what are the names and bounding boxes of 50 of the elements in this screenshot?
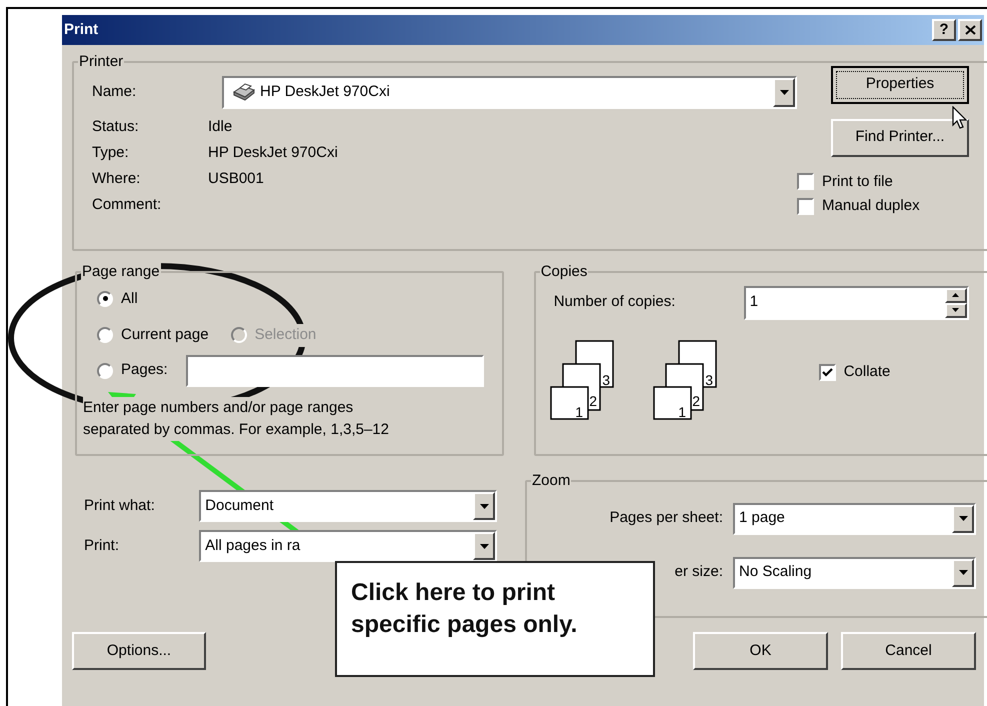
- dropdown[interactable]: Document: [199, 490, 497, 522]
- spin-down-icon[interactable]: [944, 302, 967, 318]
- window-title: Print: [64, 20, 100, 40]
- help-button[interactable]: ?: [932, 19, 956, 41]
- dialog-button[interactable]: Find Printer...: [831, 118, 969, 156]
- page-stack-drawing: 3 2 1: [652, 340, 719, 420]
- close-button[interactable]: [958, 19, 982, 41]
- info-label: Status:: [92, 117, 140, 138]
- field-label: Name:: [92, 82, 138, 102]
- page-stack-drawing: 3 2 1: [550, 340, 616, 420]
- field-label: Print what:: [84, 496, 156, 516]
- printer-icon: [232, 83, 256, 101]
- radio-label: Selection: [254, 324, 316, 346]
- callout: Click here to print specific pages only.: [335, 561, 655, 677]
- info-label: Comment:: [92, 195, 162, 216]
- field-label: er size:: [674, 562, 724, 582]
- caret-icon[interactable]: [473, 532, 495, 560]
- dialog-button[interactable]: Properties: [831, 66, 969, 104]
- dropdown[interactable]: No Scaling: [733, 556, 976, 588]
- checkbox[interactable]: [818, 364, 836, 381]
- dropdown[interactable]: All pages in ra: [199, 530, 497, 562]
- cursor-icon: [952, 106, 968, 130]
- checkbox-label: Print to file: [822, 172, 893, 192]
- caret-icon[interactable]: [952, 558, 974, 586]
- checkbox[interactable]: [797, 173, 814, 190]
- checkbox-label: Manual duplex: [822, 196, 920, 216]
- info-value: Idle: [208, 117, 232, 138]
- info-value: HP DeskJet 970Cxi: [208, 143, 338, 164]
- field-label: Pages per sheet:: [608, 508, 724, 528]
- close-icon: [964, 25, 976, 35]
- hint-text: Enter page numbers and/or page ranges separated by commas. For example, 1,3,5–12: [83, 396, 389, 440]
- info-value: USB001: [208, 169, 264, 190]
- dialog-button[interactable]: OK: [693, 632, 828, 670]
- caret-icon[interactable]: [773, 78, 795, 106]
- copies-label: Number of copies:: [554, 292, 676, 312]
- caret-icon[interactable]: [473, 492, 495, 520]
- field-label: Print:: [84, 536, 120, 556]
- spin-up-icon[interactable]: [944, 288, 967, 302]
- check-icon: [822, 368, 833, 377]
- pages-input[interactable]: [186, 354, 484, 386]
- dialog-button[interactable]: Options...: [72, 632, 206, 670]
- checkbox[interactable]: [797, 198, 814, 215]
- info-label: Type:: [92, 143, 130, 164]
- info-label: Where:: [92, 169, 142, 190]
- caret-icon[interactable]: [952, 504, 974, 532]
- collate-label: Collate: [844, 362, 890, 382]
- copies-spinner[interactable]: 1: [744, 286, 969, 320]
- dialog-button[interactable]: Cancel: [841, 632, 976, 670]
- dropdown[interactable]: 1 page: [733, 502, 976, 534]
- printer-dropdown[interactable]: HP DeskJet 970Cxi: [222, 76, 797, 108]
